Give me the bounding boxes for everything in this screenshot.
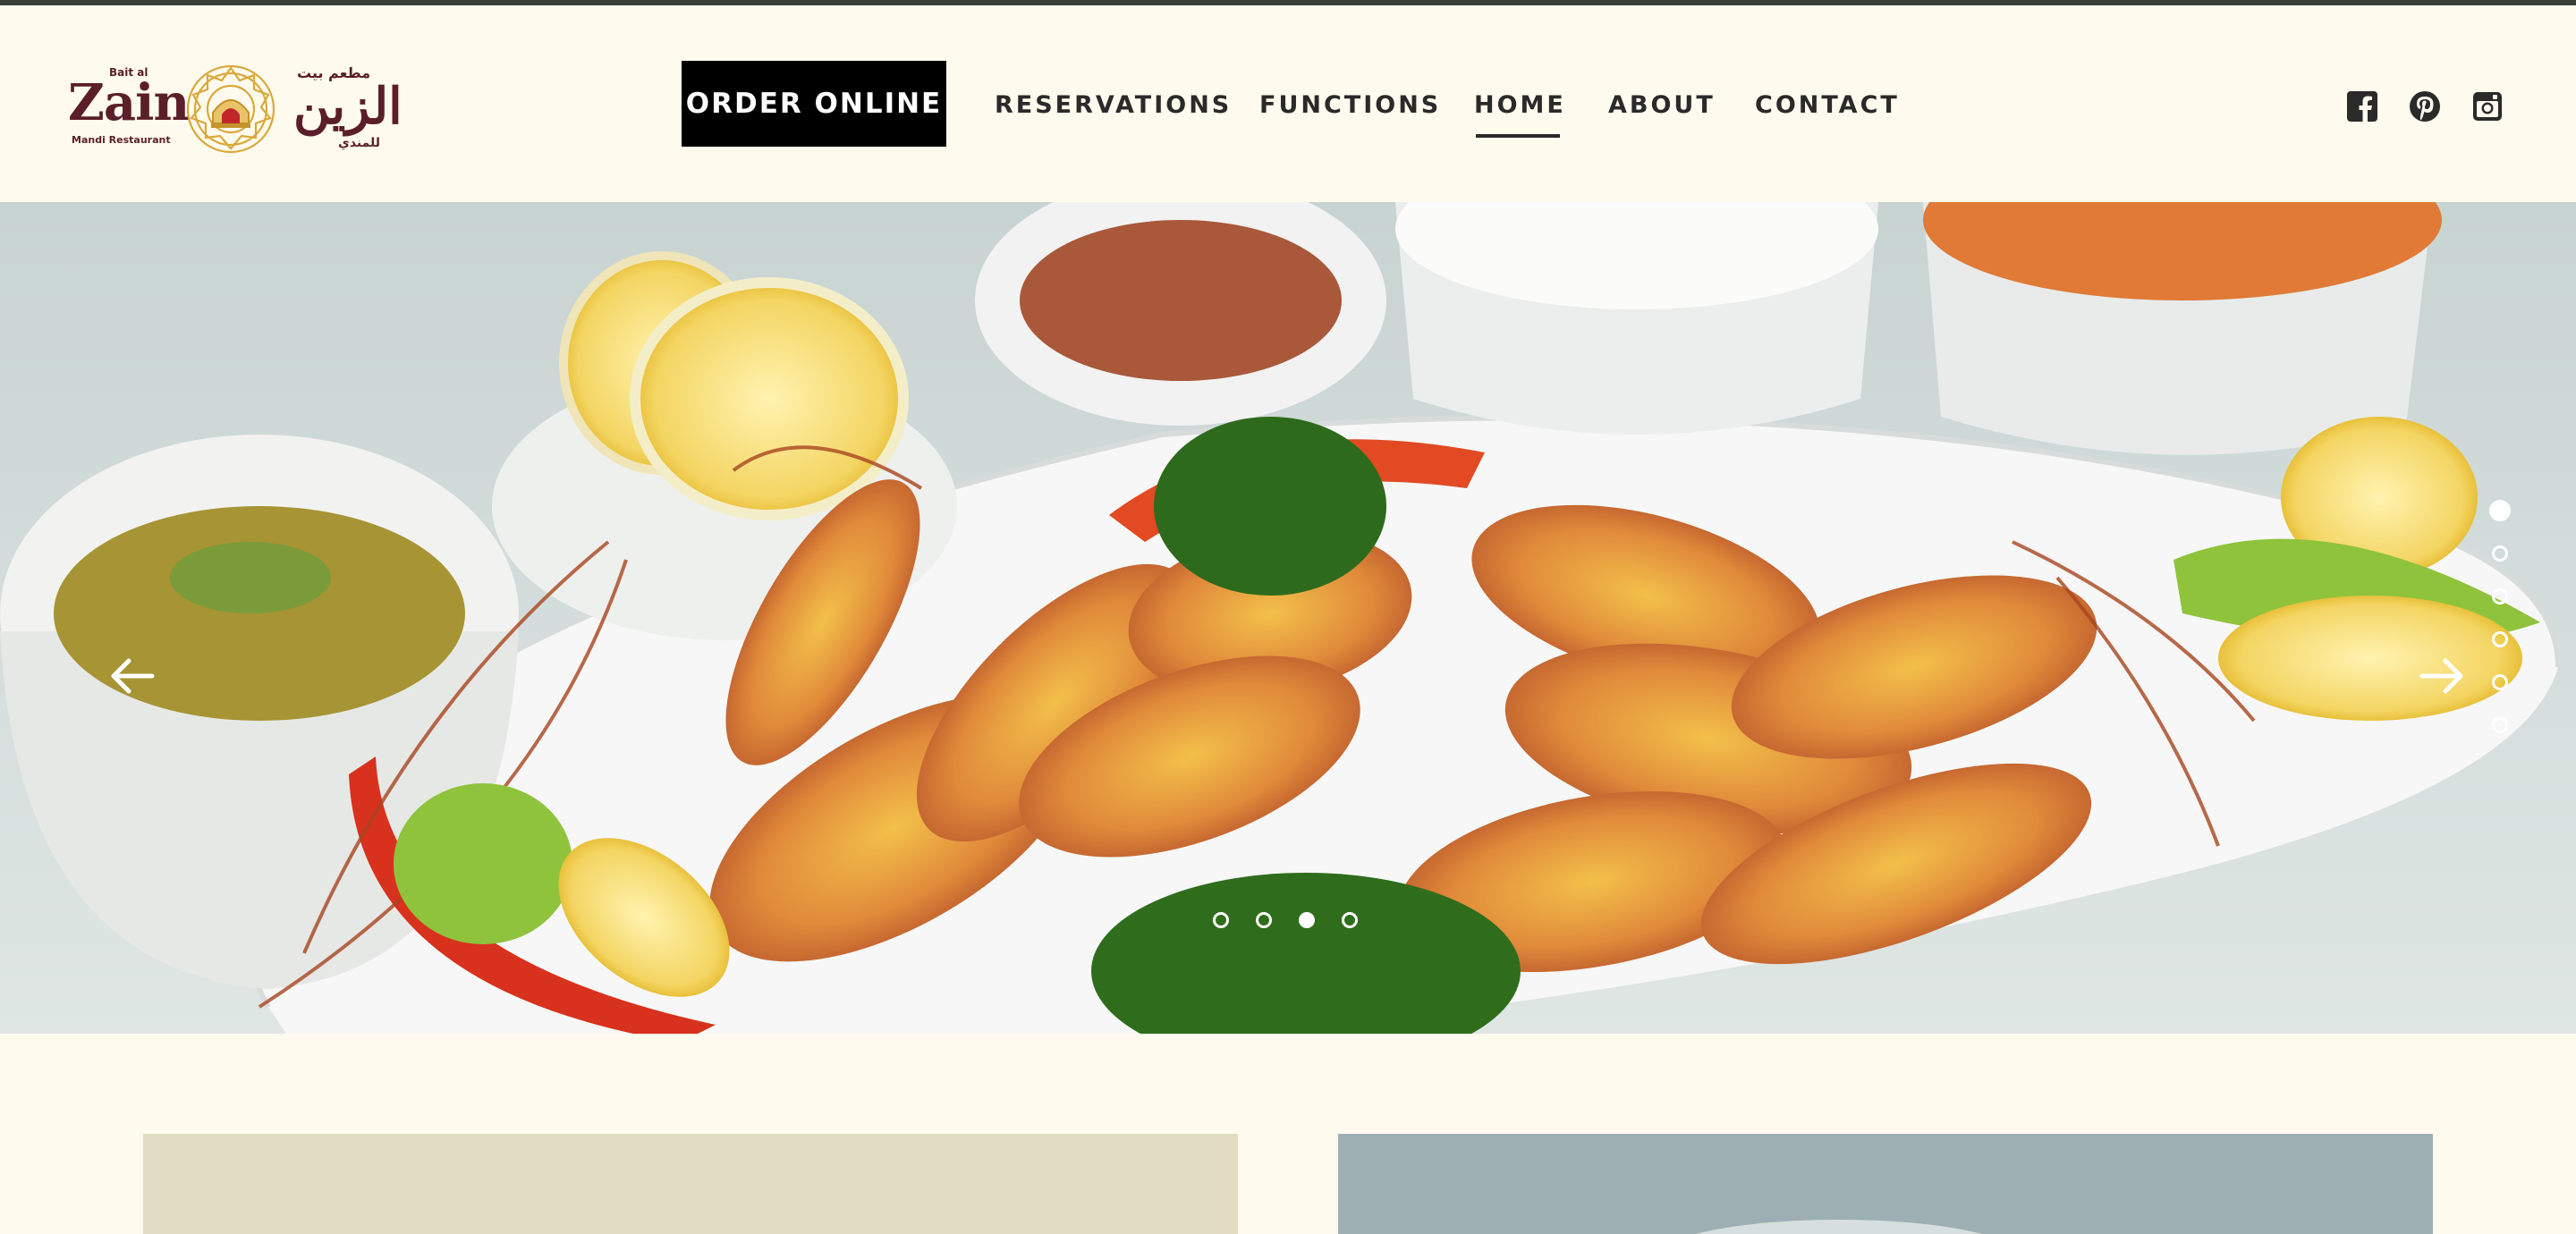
logo-tagline-en: Mandi Restaurant — [72, 134, 171, 146]
logo-emblem-icon — [186, 64, 275, 154]
section-dot[interactable] — [2492, 631, 2508, 647]
instagram-icon[interactable] — [2470, 89, 2504, 123]
nav-home[interactable]: HOME — [1474, 91, 1566, 119]
arrow-left-icon[interactable] — [106, 649, 159, 703]
hero-image — [0, 202, 2576, 1034]
nav-contact[interactable]: CONTACT — [1755, 91, 1900, 119]
site-header: Bait al Zain Mandi Restaurant مطعم بيت ا… — [0, 5, 2576, 202]
hero-slider[interactable] — [0, 202, 2576, 1034]
section-dot[interactable] — [2492, 674, 2508, 690]
nav-functions[interactable]: FUNCTIONS — [1259, 91, 1441, 119]
nav-about[interactable]: ABOUT — [1608, 91, 1716, 119]
nav-active-underline — [1476, 134, 1560, 138]
pinterest-icon[interactable] — [2408, 89, 2442, 123]
section-dot[interactable] — [2492, 545, 2508, 562]
section-dot[interactable] — [2492, 588, 2508, 604]
card-image-bowl — [1660, 1220, 2018, 1234]
slide-dot[interactable] — [1256, 912, 1272, 928]
logo-tagline-ar: للمندي — [338, 136, 380, 150]
content-card-right — [1338, 1134, 2433, 1234]
logo-name-ar: الزين — [293, 77, 402, 136]
slide-dot[interactable] — [1342, 912, 1358, 928]
arrow-right-icon[interactable] — [2415, 649, 2469, 703]
content-card-left — [143, 1134, 1238, 1234]
slide-dot[interactable] — [1213, 912, 1229, 928]
section-dot[interactable] — [2489, 500, 2511, 521]
order-online-button[interactable]: ORDER ONLINE — [682, 61, 946, 147]
section-dot[interactable] — [2492, 717, 2508, 733]
logo[interactable]: Bait al Zain Mandi Restaurant مطعم بيت ا… — [68, 63, 402, 156]
slide-dot[interactable] — [1299, 912, 1315, 928]
facebook-icon[interactable] — [2345, 89, 2379, 123]
nav-reservations[interactable]: RESERVATIONS — [995, 91, 1232, 119]
logo-name-en: Zain — [68, 73, 190, 132]
